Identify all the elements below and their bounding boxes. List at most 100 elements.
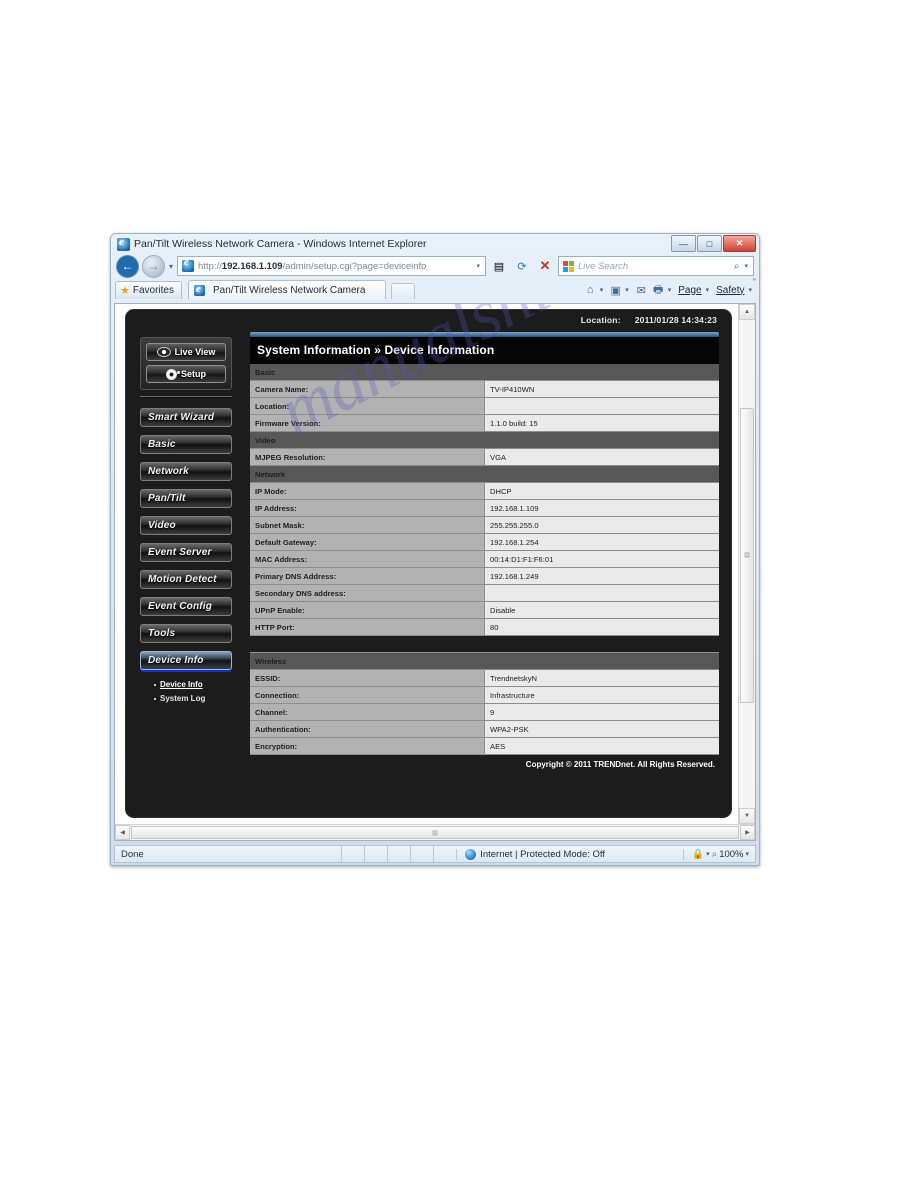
row-label: Connection: — [250, 686, 485, 704]
sidebar-item-tools[interactable]: Tools — [140, 624, 232, 643]
refresh-button[interactable]: ⟳ — [512, 256, 532, 276]
device-info-table: Basic Camera Name: TV-IP410WN Location: F… — [250, 364, 719, 755]
tab-bar: ★ Favorites Pan/Tilt Wireless Network Ca… — [111, 277, 759, 299]
more-commands-icon[interactable]: » — [753, 277, 756, 283]
submenu-item-device-info[interactable]: Device Info — [154, 680, 248, 689]
mail-icon[interactable]: ✉ — [634, 283, 649, 297]
sidebar-item-smart-wizard[interactable]: Smart Wizard — [140, 408, 232, 427]
vertical-scroll-thumb[interactable]: ▤ — [740, 407, 754, 703]
stop-button[interactable]: ✕ — [535, 256, 555, 276]
compatibility-view-icon[interactable]: ▤ — [489, 256, 509, 276]
safety-menu-button[interactable]: Safety — [714, 285, 746, 296]
tab-label: Pan/Tilt Wireless Network Camera — [213, 284, 366, 296]
sidebar-item-device-info[interactable]: Device Info — [140, 651, 232, 670]
setup-button[interactable]: Setup — [146, 365, 226, 383]
scroll-down-arrow-icon[interactable]: ▼ — [739, 808, 755, 824]
horizontal-scroll-trough[interactable]: ▥ — [130, 825, 740, 840]
safety-chevron-down-icon[interactable]: ▾ — [748, 286, 752, 294]
sidebar-item-network[interactable]: Network — [140, 462, 232, 481]
sidebar-item-label: Motion Detect — [148, 574, 217, 585]
section-gap-row — [250, 635, 719, 653]
zoom-icon[interactable]: ⌕ — [712, 849, 718, 860]
row-label: Camera Name: — [250, 380, 485, 398]
privacy-report-icon[interactable]: 🔒 — [692, 849, 704, 860]
scroll-thumb-grip-icon: ▤ — [744, 552, 750, 559]
search-input[interactable]: Live Search ⌕ ▾ — [558, 256, 754, 276]
home-icon[interactable]: ⌂ — [583, 283, 598, 297]
home-chevron-down-icon[interactable]: ▾ — [600, 286, 604, 294]
sidebar-item-basic[interactable]: Basic — [140, 435, 232, 454]
sidebar-item-label: Pan/Tilt — [148, 493, 186, 504]
close-button[interactable]: ✕ — [723, 235, 756, 252]
live-view-label: Live View — [174, 347, 216, 357]
favorites-button[interactable]: ★ Favorites — [115, 281, 182, 299]
page-title: System Information » Device Information — [250, 337, 719, 364]
page-chevron-down-icon[interactable]: ▾ — [706, 286, 710, 294]
row-label: MAC Address: — [250, 550, 485, 568]
feeds-icon[interactable]: ▣ — [608, 283, 623, 297]
row-value — [484, 397, 719, 415]
privacy-chevron-down-icon[interactable]: ▾ — [706, 850, 710, 858]
row-value: 1.1.0 build: 15 — [484, 414, 719, 432]
row-label: Secondary DNS address: — [250, 584, 485, 602]
scroll-right-arrow-icon[interactable]: ▶ — [740, 825, 755, 840]
maximize-button[interactable]: □ — [697, 235, 722, 252]
section-title: Basic — [250, 364, 719, 381]
horizontal-scroll-thumb[interactable]: ▥ — [131, 826, 739, 839]
status-bar: Done Internet | Protected Mode: Off 🔒 ▾ … — [114, 845, 756, 863]
row-value: Infrastructure — [484, 686, 719, 704]
vertical-scrollbar[interactable]: ▲ ▤ ▼ — [738, 304, 755, 824]
sidebar-item-video[interactable]: Video — [140, 516, 232, 535]
print-chevron-down-icon[interactable]: ▾ — [668, 286, 672, 294]
sidebar-item-label: Smart Wizard — [148, 412, 215, 423]
search-icon[interactable]: ⌕ — [734, 261, 740, 272]
star-icon: ★ — [120, 285, 130, 297]
feeds-chevron-down-icon[interactable]: ▾ — [625, 286, 629, 294]
horizontal-scrollbar[interactable]: ◀ ▥ ▶ — [115, 824, 755, 840]
address-toolbar: ← → ▾ http://192.168.1.109/admin/setup.c… — [111, 254, 759, 278]
page-menu-button[interactable]: Page — [676, 285, 703, 296]
sidebar-item-pan-tilt[interactable]: Pan/Tilt — [140, 489, 232, 508]
table-row: Camera Name: TV-IP410WN — [250, 380, 719, 398]
search-dropdown-icon[interactable]: ▾ — [741, 262, 751, 270]
vertical-scroll-trough[interactable]: ▤ — [739, 320, 755, 808]
table-row: HTTP Port: 80 — [250, 618, 719, 636]
minimize-button[interactable]: — — [671, 235, 696, 252]
page-content: Location: 2011/01/28 14:34:23 Live View — [115, 304, 738, 824]
favorites-label: Favorites — [132, 285, 174, 296]
address-bar[interactable]: http://192.168.1.109/admin/setup.cgi?pag… — [177, 256, 486, 276]
address-dropdown-icon[interactable]: ▾ — [473, 262, 483, 270]
zoom-chevron-down-icon[interactable]: ▾ — [746, 850, 750, 858]
scroll-thumb-grip-icon: ▥ — [432, 830, 438, 836]
new-tab-button[interactable] — [391, 283, 416, 299]
row-value — [484, 584, 719, 602]
submenu-item-system-log[interactable]: System Log — [154, 694, 248, 703]
security-zone[interactable]: Internet | Protected Mode: Off — [456, 848, 613, 860]
print-icon[interactable]: 🖶 — [651, 283, 666, 297]
row-label: IP Mode: — [250, 482, 485, 500]
sidebar-item-event-config[interactable]: Event Config — [140, 597, 232, 616]
row-label: Firmware Version: — [250, 414, 485, 432]
recent-pages-chevron-icon[interactable]: ▾ — [168, 262, 174, 271]
row-value: WPA2-PSK — [484, 720, 719, 738]
browser-viewport: Location: 2011/01/28 14:34:23 Live View — [114, 303, 756, 841]
table-row: Secondary DNS address: — [250, 584, 719, 602]
internet-explorer-icon — [117, 236, 130, 251]
sidebar-item-motion-detect[interactable]: Motion Detect — [140, 570, 232, 589]
scroll-up-arrow-icon[interactable]: ▲ — [739, 304, 755, 320]
row-label: Encryption: — [250, 737, 485, 755]
back-button[interactable]: ← — [116, 254, 139, 278]
table-row: Encryption: AES — [250, 737, 719, 755]
live-view-button[interactable]: Live View — [146, 343, 226, 361]
bullet-icon — [154, 683, 156, 686]
browser-window: Pan/Tilt Wireless Network Camera - Windo… — [110, 233, 760, 866]
scroll-left-arrow-icon[interactable]: ◀ — [115, 825, 130, 840]
tab-pan-tilt-wireless-network-camera[interactable]: Pan/Tilt Wireless Network Camera — [188, 280, 387, 299]
sidebar: Live View Setup Smart Wizard Basic Netwo… — [126, 332, 248, 817]
row-label: IP Address: — [250, 499, 485, 517]
forward-button[interactable]: → — [142, 254, 165, 278]
location-status: Location: 2011/01/28 14:34:23 — [581, 315, 717, 325]
eye-icon — [156, 347, 171, 357]
sidebar-item-label: Basic — [148, 439, 176, 450]
sidebar-item-event-server[interactable]: Event Server — [140, 543, 232, 562]
